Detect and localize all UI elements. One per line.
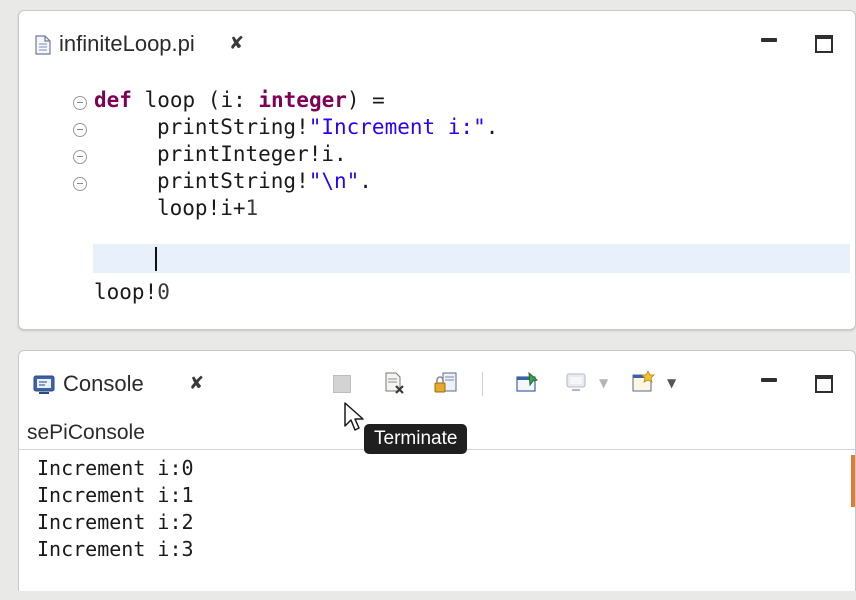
editor-tab-bar: infiniteLoop.pi ✘ [19,11,855,79]
code-line-1[interactable]: def loop (i: integer) = [94,87,385,114]
toolbar-separator [482,372,483,396]
fold-collapse-icon[interactable] [73,96,87,110]
editor-tab-close-icon[interactable]: ✘ [229,33,244,54]
dropdown-arrow-icon[interactable]: ▼ [599,376,608,390]
console-output[interactable]: Increment i:0 Increment i:1 Increment i:… [19,449,855,600]
code-line-5[interactable]: loop!i+1 [157,195,258,222]
mouse-cursor-icon [344,402,364,431]
code-line-4[interactable]: printString!"\n". [157,168,372,195]
open-console-icon[interactable] [631,369,657,395]
console-line: Increment i:2 [37,510,194,534]
maximize-icon[interactable] [815,375,833,393]
overview-ruler-marker [851,455,855,507]
current-line-highlight [93,244,850,273]
fold-collapse-icon[interactable] [73,177,87,191]
console-line: Increment i:1 [37,483,194,507]
editor-tab-title[interactable]: infiniteLoop.pi [59,31,195,57]
terminate-tooltip: Terminate [364,424,468,454]
dropdown-arrow-icon[interactable]: ▼ [667,376,676,390]
console-tab-bar: Console ✘ ▼ ▼ [19,351,855,419]
editor-panel: infiniteLoop.pi ✘ def loop (i: integer) … [18,10,856,330]
pin-console-icon[interactable] [515,371,541,395]
file-icon [35,35,51,55]
display-console-icon[interactable] [565,371,589,395]
fold-collapse-icon[interactable] [73,123,87,137]
text-caret [155,247,157,271]
console-panel: Console ✘ ▼ ▼ sePiConsole Increment i:0 … [18,350,856,591]
code-line-7[interactable]: loop!0 [94,279,170,306]
minimize-icon[interactable] [761,38,777,42]
terminate-icon[interactable] [333,375,351,393]
console-name: sePiConsole [27,421,145,444]
remove-launch-icon[interactable] [383,371,407,395]
code-line-2[interactable]: printString!"Increment i:". [157,114,498,141]
minimize-icon[interactable] [761,378,777,382]
console-tab-close-icon[interactable]: ✘ [189,373,204,394]
maximize-icon[interactable] [815,35,833,53]
console-line: Increment i:3 [37,537,194,561]
code-line-3[interactable]: printInteger!i. [157,141,347,168]
scroll-lock-icon[interactable] [433,371,459,395]
console-line: Increment i:0 [37,456,194,480]
console-icon [33,375,55,394]
fold-collapse-icon[interactable] [73,150,87,164]
console-tab-title[interactable]: Console [63,371,144,397]
